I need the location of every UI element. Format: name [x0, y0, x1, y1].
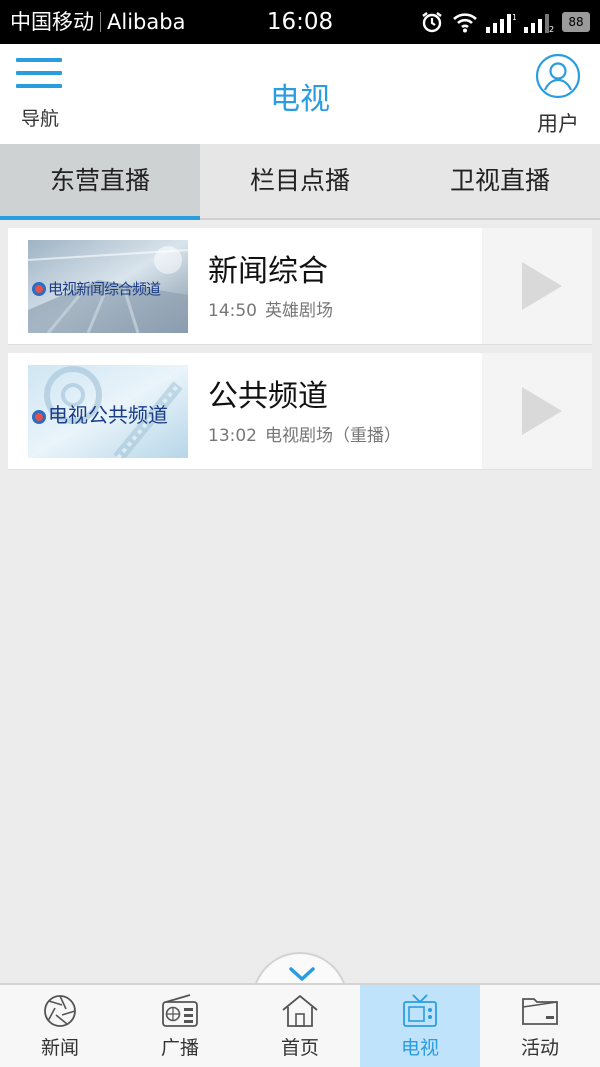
channel-logo-icon [32, 282, 46, 296]
user-label: 用户 [537, 112, 579, 136]
bottom-nav-tv[interactable]: 电视 [360, 985, 480, 1067]
user-button[interactable]: 用户 [526, 50, 590, 138]
bottom-nav: 新闻 广播 首页 电视 活动 [0, 983, 600, 1067]
signal-2-icon: 2 [524, 14, 554, 33]
tab-dongying-live[interactable]: 东营直播 [0, 144, 200, 220]
channel-now-playing: 14:50 英雄剧场 [208, 296, 333, 321]
program-time: 14:50 [208, 301, 257, 321]
status-bar: 中国移动 Alibaba 16:08 1 2 88 [0, 0, 600, 44]
page-title: 电视 [270, 82, 330, 117]
bottom-nav-home[interactable]: 首页 [240, 985, 360, 1067]
bottom-nav-label: 首页 [280, 1037, 319, 1059]
bottom-nav-radio[interactable]: 广播 [120, 985, 240, 1067]
app-header: 导航 电视 用户 [0, 44, 600, 144]
tv-icon [403, 994, 437, 1027]
wifi-icon [453, 13, 477, 33]
status-icons: 1 2 88 [420, 8, 590, 36]
play-button[interactable] [482, 228, 592, 344]
program-time: 13:02 [208, 426, 257, 446]
tab-satellite-live[interactable]: 卫视直播 [400, 144, 600, 218]
svg-text:2: 2 [549, 25, 554, 33]
channel-logo-icon [32, 410, 46, 424]
channel-thumbnail: 电视新闻综合频道 [28, 240, 188, 333]
user-icon [535, 53, 581, 99]
bottom-nav-label: 新闻 [40, 1037, 79, 1059]
chevron-down-icon [289, 967, 315, 981]
bottom-nav-events[interactable]: 活动 [480, 985, 600, 1067]
channel-list: 电视新闻综合频道 新闻综合 14:50 英雄剧场 电视公共频道 公共频道 13:… [8, 228, 592, 478]
program-name: 英雄剧场 [265, 301, 333, 321]
thumbnail-caption: 电视新闻综合频道 [32, 278, 161, 299]
channel-card[interactable]: 电视公共频道 公共频道 13:02 电视剧场（重播） [8, 353, 592, 470]
radio-icon [162, 994, 198, 1027]
bottom-nav-news[interactable]: 新闻 [0, 985, 120, 1067]
play-icon [522, 262, 562, 310]
channel-title: 新闻综合 [208, 254, 328, 289]
bottom-nav-label: 活动 [520, 1037, 559, 1059]
aperture-icon [44, 995, 76, 1027]
channel-now-playing: 13:02 电视剧场（重播） [208, 421, 401, 446]
signal-icon: 1 [486, 13, 516, 33]
tab-program-vod[interactable]: 栏目点播 [200, 144, 400, 218]
home-icon [282, 994, 318, 1027]
play-icon [522, 387, 562, 435]
program-name: 电视剧场（重播） [265, 426, 401, 446]
battery-icon: 88 [562, 12, 590, 32]
bottom-nav-label: 广播 [160, 1037, 199, 1059]
channel-title: 公共频道 [208, 379, 328, 414]
play-button[interactable] [482, 353, 592, 469]
thumbnail-caption: 电视公共频道 [32, 399, 168, 428]
bottom-nav-label: 电视 [400, 1037, 439, 1059]
alarm-icon [422, 12, 442, 33]
folder-icon [522, 998, 558, 1025]
channel-thumbnail: 电视公共频道 [28, 365, 188, 458]
tab-bar: 东营直播 栏目点播 卫视直播 [0, 144, 600, 220]
svg-text:1: 1 [512, 13, 516, 22]
channel-card[interactable]: 电视新闻综合频道 新闻综合 14:50 英雄剧场 [8, 228, 592, 345]
